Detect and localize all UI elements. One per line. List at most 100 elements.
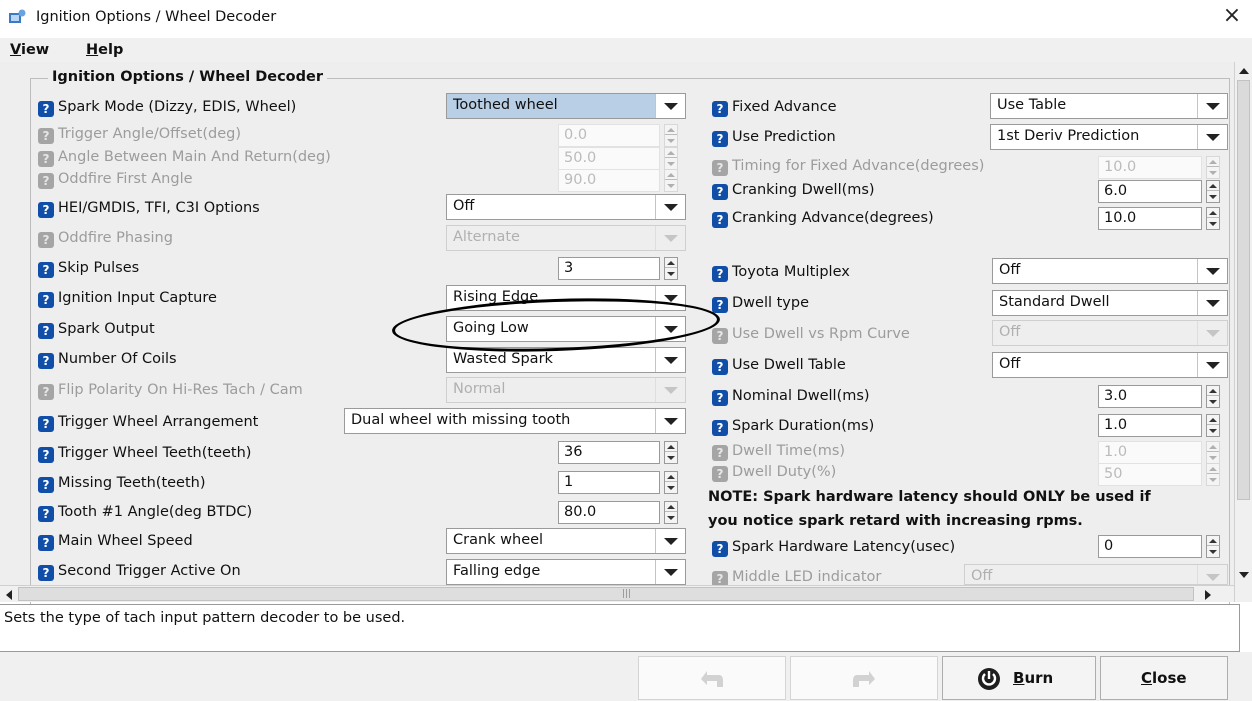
- scroll-up-icon[interactable]: [1239, 68, 1249, 74]
- spinner-buttons[interactable]: [1206, 207, 1220, 230]
- title-bar: Ignition Options / Wheel Decoder ×: [0, 0, 1252, 36]
- help-icon[interactable]: ?: [38, 323, 54, 339]
- missing-teeth-spinner[interactable]: 1: [558, 471, 684, 494]
- spinner-buttons[interactable]: [1206, 414, 1220, 437]
- help-icon[interactable]: ?: [38, 565, 54, 581]
- chevron-down-icon[interactable]: [1197, 259, 1227, 283]
- scroll-left-icon[interactable]: [6, 590, 12, 600]
- horizontal-scrollbar[interactable]: |||: [0, 585, 1234, 602]
- help-icon: ?: [38, 151, 54, 167]
- skip-pulses-spinner[interactable]: 3: [558, 257, 684, 280]
- cranking-advance-field[interactable]: 10.0: [1098, 207, 1202, 230]
- spinner-buttons[interactable]: [664, 501, 678, 524]
- ignition-input-capture-select[interactable]: Rising Edge: [446, 285, 686, 311]
- vertical-scrollbar[interactable]: [1234, 62, 1252, 602]
- button-bar: Burn Close: [0, 652, 1252, 701]
- spark-hw-latency-spinner[interactable]: 0: [1098, 535, 1226, 558]
- oddfire-phasing-label: Oddfire Phasing: [58, 230, 173, 246]
- help-icon[interactable]: ?: [38, 416, 54, 432]
- spinner-buttons[interactable]: [664, 257, 678, 280]
- dwell-type-select[interactable]: Standard Dwell: [992, 290, 1228, 316]
- cranking-dwell-field[interactable]: 6.0: [1098, 180, 1202, 203]
- cranking-dwell-spinner[interactable]: 6.0: [1098, 180, 1226, 203]
- flip-polarity-value: Normal: [453, 381, 506, 397]
- spinner-buttons[interactable]: [1206, 180, 1220, 203]
- help-icon[interactable]: ?: [38, 262, 54, 278]
- fixed-advance-select[interactable]: Use Table: [990, 93, 1228, 119]
- trigger-wheel-teeth-field[interactable]: 36: [558, 441, 660, 464]
- help-icon[interactable]: ?: [38, 101, 54, 117]
- spark-hw-latency-field[interactable]: 0: [1098, 535, 1202, 558]
- chevron-down-icon[interactable]: [655, 195, 685, 219]
- horizontal-scroll-thumb[interactable]: [18, 587, 1194, 601]
- help-icon[interactable]: ?: [712, 359, 728, 375]
- chevron-down-icon[interactable]: [655, 560, 685, 584]
- help-icon[interactable]: ?: [38, 292, 54, 308]
- cranking-advance-spinner[interactable]: 10.0: [1098, 207, 1226, 230]
- chevron-down-icon[interactable]: [655, 94, 685, 118]
- help-icon: ?: [712, 160, 728, 176]
- spinner-buttons[interactable]: [1206, 385, 1220, 408]
- nominal-dwell-spinner[interactable]: 3.0: [1098, 385, 1226, 408]
- use-dwell-table-select[interactable]: Off: [992, 352, 1228, 378]
- vertical-scroll-thumb[interactable]: [1237, 80, 1250, 500]
- help-icon[interactable]: ?: [38, 202, 54, 218]
- help-icon[interactable]: ?: [712, 212, 728, 228]
- spark-duration-spinner[interactable]: 1.0: [1098, 414, 1226, 437]
- help-icon[interactable]: ?: [38, 506, 54, 522]
- chevron-down-icon[interactable]: [655, 529, 685, 553]
- missing-teeth-field[interactable]: 1: [558, 471, 660, 494]
- flip-polarity-label: Flip Polarity On Hi-Res Tach / Cam: [58, 382, 303, 398]
- hei-options-select[interactable]: Off: [446, 194, 686, 220]
- chevron-down-icon[interactable]: [655, 317, 685, 341]
- nominal-dwell-field[interactable]: 3.0: [1098, 385, 1202, 408]
- close-window-icon[interactable]: ×: [1220, 4, 1244, 28]
- trigger-wheel-teeth-spinner[interactable]: 36: [558, 441, 684, 464]
- spinner-buttons[interactable]: [1206, 535, 1220, 558]
- chevron-down-icon[interactable]: [1197, 125, 1227, 149]
- spark-duration-field[interactable]: 1.0: [1098, 414, 1202, 437]
- close-button[interactable]: Close: [1100, 656, 1228, 700]
- help-icon[interactable]: ?: [38, 535, 54, 551]
- number-of-coils-select[interactable]: Wasted Spark: [446, 347, 686, 373]
- spinner-buttons: [1206, 463, 1220, 486]
- help-icon[interactable]: ?: [712, 184, 728, 200]
- trigger-wheel-arrangement-select[interactable]: Dual wheel with missing tooth: [344, 408, 686, 434]
- menu-help[interactable]: Help: [86, 42, 123, 58]
- help-icon[interactable]: ?: [38, 447, 54, 463]
- help-icon[interactable]: ?: [712, 390, 728, 406]
- second-trigger-active-select[interactable]: Falling edge: [446, 559, 686, 585]
- menu-view[interactable]: View: [10, 42, 49, 58]
- skip-pulses-field[interactable]: 3: [558, 257, 660, 280]
- toyota-multiplex-select[interactable]: Off: [992, 258, 1228, 284]
- chevron-down-icon[interactable]: [1197, 291, 1227, 315]
- chevron-down-icon[interactable]: [1197, 353, 1227, 377]
- burn-button[interactable]: Burn: [942, 656, 1096, 700]
- help-icon[interactable]: ?: [38, 477, 54, 493]
- help-icon[interactable]: ?: [38, 353, 54, 369]
- help-icon[interactable]: ?: [712, 101, 728, 117]
- scroll-down-icon[interactable]: [1239, 572, 1249, 578]
- spinner-buttons[interactable]: [664, 471, 678, 494]
- app-icon: [9, 9, 26, 23]
- chevron-down-icon[interactable]: [655, 286, 685, 310]
- use-prediction-select[interactable]: 1st Deriv Prediction: [990, 124, 1228, 150]
- spark-output-select[interactable]: Going Low: [446, 316, 686, 342]
- spinner-buttons[interactable]: [664, 441, 678, 464]
- chevron-down-icon[interactable]: [655, 348, 685, 372]
- scroll-right-icon[interactable]: [1205, 590, 1211, 600]
- help-icon[interactable]: ?: [712, 297, 728, 313]
- help-icon[interactable]: ?: [712, 420, 728, 436]
- second-trigger-active-label: Second Trigger Active On: [58, 563, 241, 579]
- help-icon[interactable]: ?: [712, 131, 728, 147]
- burn-icon: [978, 668, 1000, 690]
- chevron-down-icon[interactable]: [655, 409, 685, 433]
- tooth1-angle-field[interactable]: 80.0: [558, 501, 660, 524]
- chevron-down-icon[interactable]: [1197, 94, 1227, 118]
- help-icon[interactable]: ?: [712, 266, 728, 282]
- tooth1-angle-spinner[interactable]: 80.0: [558, 501, 684, 524]
- help-icon[interactable]: ?: [712, 541, 728, 557]
- main-wheel-speed-select[interactable]: Crank wheel: [446, 528, 686, 554]
- spinner-buttons: [664, 147, 678, 170]
- spark-mode-select[interactable]: Toothed wheel: [446, 93, 686, 119]
